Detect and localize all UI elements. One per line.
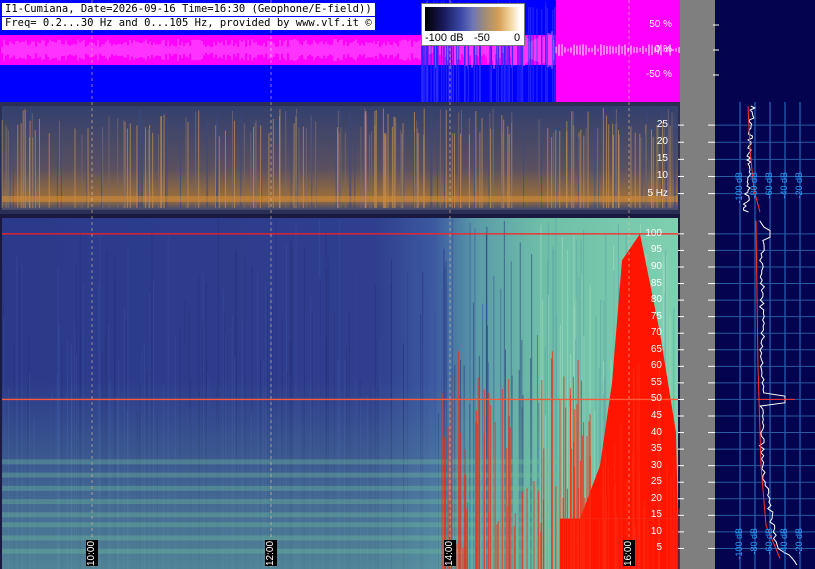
vlf-spectrogram-figure: I1-Cumiana, Date=2026-09-16 Time=16:30 (… (0, 0, 815, 569)
hf-profile-db-label: -40 dB (779, 528, 789, 555)
lf-profile-db-label: -20 dB (794, 172, 804, 199)
color-scale-gradient (425, 7, 520, 31)
waveform-y-tick-label: 50 % (649, 19, 672, 30)
header-line-1: I1-Cumiana, Date=2026-09-16 Time=16:30 (… (2, 3, 375, 16)
time-axis-label: 16:00 (623, 540, 635, 566)
hf-y-tick-label: 65 (650, 343, 662, 355)
color-scale-mid-label: -50 (474, 32, 490, 44)
hf-y-tick-label: 10 (650, 525, 662, 537)
lf-y-tick-label: 15 (656, 153, 668, 165)
hf-y-tick-label: 50 (650, 393, 662, 405)
hf-y-tick-label: 40 (650, 426, 662, 438)
lf-profile-db-label: -60 dB (764, 172, 774, 199)
hf-y-tick-label: 70 (650, 327, 662, 339)
hf-y-tick-label: 85 (650, 277, 662, 289)
waveform-side-panel (715, 0, 815, 102)
hf-y-tick-label: 90 (650, 260, 662, 272)
hf-y-tick-label: 55 (650, 376, 662, 388)
time-axis-label: 12:00 (265, 540, 277, 566)
hf-y-tick-label: 80 (650, 294, 662, 306)
waveform-axis-panel (680, 0, 715, 102)
hf-y-tick-label: 30 (650, 459, 662, 471)
color-scale-legend: -100 dB -50 0 (421, 3, 525, 46)
lf-y-tick-label: 25 (656, 119, 668, 131)
waveform-y-tick-label: -50 % (645, 69, 672, 80)
time-axis-label: 10:00 (86, 540, 98, 566)
hf-profile-db-label: -100 dB (734, 528, 744, 560)
hf-y-tick-label: 20 (650, 492, 662, 504)
lf-profile-db-label: -40 dB (779, 172, 789, 199)
hf-profile-db-label: -60 dB (764, 528, 774, 555)
hf-profile-db-label: -80 dB (749, 528, 759, 555)
hf-y-tick-label: 45 (650, 409, 662, 421)
hf-y-tick-label: 100 (645, 227, 662, 239)
lf-axis-panel (680, 102, 715, 214)
lf-y-tick-label: 5 Hz (647, 187, 668, 199)
lf-y-tick-label: 20 (656, 136, 668, 148)
lf-profile-db-label: -80 dB (749, 172, 759, 199)
hf-y-tick-label: 75 (650, 310, 662, 322)
lf-bright-band (2, 196, 678, 202)
time-axis-label: 14:00 (444, 540, 456, 566)
header-line-2: Freq= 0.2...30 Hz and 0...105 Hz, provid… (2, 17, 375, 30)
hf-y-tick-label: 35 (650, 443, 662, 455)
spectrogram-svg (0, 0, 815, 569)
hf-profile-db-label: -20 dB (794, 528, 804, 555)
color-scale-high-label: 0 (514, 32, 521, 44)
hf-y-tick-label: 25 (650, 476, 662, 488)
lf-profile-db-label: -100 dB (734, 172, 744, 204)
waveform-y-tick-label: 0 % (654, 44, 672, 55)
hf-y-tick-label: 60 (650, 360, 662, 372)
color-scale-low-label: -100 dB (425, 32, 464, 44)
lf-y-tick-label: 10 (656, 170, 668, 182)
hf-y-tick-label: 15 (650, 509, 662, 521)
hf-y-tick-label: 95 (650, 244, 662, 256)
